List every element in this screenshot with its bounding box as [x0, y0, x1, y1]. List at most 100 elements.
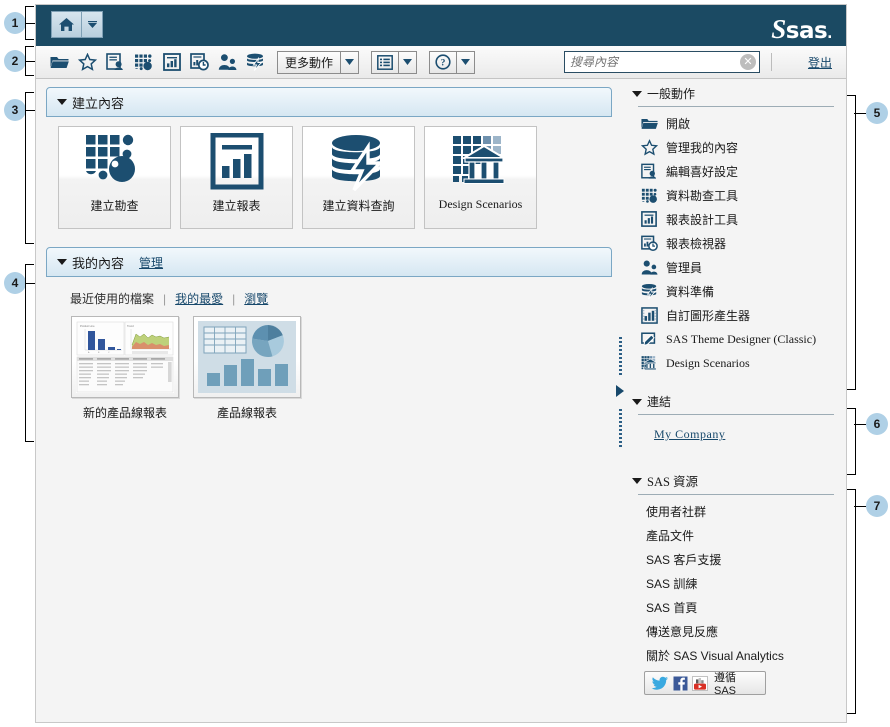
report-bar-line-table-thumb: Product Line A B	[71, 316, 179, 398]
resource-user-community[interactable]: 使用者社群	[632, 499, 834, 523]
action-manage-my-content[interactable]: 管理我的內容	[640, 135, 834, 159]
more-actions-dropdown[interactable]	[340, 51, 359, 74]
tile-label: 建立報表	[212, 197, 260, 214]
resource-customer-support[interactable]: SAS 客戶支援	[632, 547, 834, 571]
tile-label: Design Scenarios	[439, 197, 523, 212]
action-report-designer[interactable]: 報表設計工具	[640, 207, 834, 231]
manage-link[interactable]: 管理	[139, 254, 163, 271]
follow-sas-button[interactable]: 遵循 SAS	[644, 671, 766, 695]
create-data-query-icon	[328, 127, 390, 197]
data-preparation-icon[interactable]	[246, 53, 265, 72]
tab-browse[interactable]: 瀏覽	[244, 290, 268, 307]
section-rule	[638, 414, 834, 415]
view-layout-button[interactable]	[371, 51, 398, 74]
collapse-triangle-icon[interactable]	[57, 259, 67, 265]
twitter-icon[interactable]	[651, 676, 669, 691]
action-edit-preferences[interactable]: 編輯喜好設定	[640, 159, 834, 183]
content-item-new-product-line-report[interactable]: Product Line A B	[70, 316, 180, 421]
administrator-icon	[640, 258, 658, 276]
explorer-icon	[640, 186, 658, 204]
edit-preferences-icon[interactable]	[106, 53, 125, 72]
help-dropdown[interactable]	[456, 51, 475, 74]
action-design-scenarios[interactable]: Design Scenarios	[640, 351, 834, 375]
splitter-grip-lower[interactable]	[619, 409, 622, 449]
my-content-header[interactable]: 我的內容 管理	[46, 247, 612, 277]
logout-link[interactable]: 登出	[808, 54, 832, 71]
tile-create-report[interactable]: 建立報表	[180, 126, 293, 229]
links-section: 連結 My Company	[632, 393, 834, 449]
tile-label: 建立資料查詢	[322, 197, 394, 214]
search-box[interactable]: ✕	[564, 51, 760, 73]
action-label: Design Scenarios	[666, 356, 750, 371]
action-explorer[interactable]: 資料勘查工具	[640, 183, 834, 207]
report-viewer-icon[interactable]	[190, 53, 209, 72]
action-open[interactable]: 開啟	[640, 111, 834, 135]
home-menu-button[interactable]	[81, 11, 103, 38]
open-folder-icon[interactable]	[50, 53, 69, 72]
action-label: 報表檢視器	[666, 235, 726, 252]
graph-builder-icon	[640, 306, 658, 324]
collapse-triangle-icon[interactable]	[57, 99, 67, 105]
links-header[interactable]: 連結	[632, 393, 834, 410]
view-layout-group[interactable]	[371, 51, 417, 74]
resource-send-feedback[interactable]: 傳送意見反應	[632, 619, 834, 643]
favorites-star-icon[interactable]	[78, 53, 97, 72]
callout-bracket-5-spine	[855, 95, 856, 390]
general-actions-header[interactable]: 一般動作	[632, 85, 834, 102]
sas-resources-header[interactable]: SAS 資源	[632, 471, 834, 490]
create-exploration-icon	[84, 127, 146, 197]
callout-marker-2: 2	[4, 50, 26, 72]
sas-logo: Ssas.	[771, 14, 832, 45]
splitter-grip-upper[interactable]	[619, 337, 622, 377]
explorer-icon[interactable]	[134, 53, 153, 72]
content-item-product-line-report[interactable]: 產品線報表	[192, 316, 302, 421]
help-group[interactable]: ?	[429, 51, 475, 74]
collapse-triangle-icon[interactable]	[632, 91, 642, 97]
create-content-header[interactable]: 建立內容	[46, 87, 612, 117]
resource-label: SAS 首頁	[646, 599, 697, 616]
report-designer-icon	[640, 210, 658, 228]
home-button[interactable]	[51, 11, 81, 38]
collapse-right-panel-icon[interactable]	[616, 385, 624, 397]
action-report-viewer[interactable]: 報表檢視器	[640, 231, 834, 255]
collapse-triangle-icon[interactable]	[632, 399, 642, 405]
action-graph-builder[interactable]: 自訂圖形產生器	[640, 303, 834, 327]
theme-designer-icon	[640, 330, 658, 348]
tile-design-scenarios[interactable]: Design Scenarios	[424, 126, 537, 229]
open-folder-icon	[640, 114, 658, 132]
search-input[interactable]	[565, 53, 740, 71]
resource-about-visual-analytics[interactable]: 關於 SAS Visual Analytics	[632, 643, 834, 667]
resource-label: 使用者社群	[646, 503, 706, 520]
content-item-label: 產品線報表	[217, 404, 277, 421]
more-actions-button[interactable]: 更多動作	[277, 51, 340, 74]
more-actions-group[interactable]: 更多動作	[277, 51, 359, 74]
report-designer-icon[interactable]	[162, 53, 181, 72]
resource-home-page[interactable]: SAS 首頁	[632, 595, 834, 619]
my-content-body: 最近使用的檔案 | 我的最愛 | 瀏覽	[46, 277, 612, 421]
administrator-icon[interactable]	[218, 53, 237, 72]
resource-product-documentation[interactable]: 產品文件	[632, 523, 834, 547]
facebook-icon[interactable]	[673, 676, 688, 691]
tab-favorites[interactable]: 我的最愛	[175, 290, 223, 307]
youtube-icon[interactable]	[692, 676, 708, 691]
view-layout-dropdown[interactable]	[398, 51, 417, 74]
action-data-preparation[interactable]: 資料準備	[640, 279, 834, 303]
panel-splitter[interactable]	[612, 79, 630, 723]
link-my-company[interactable]: My Company	[654, 427, 725, 441]
help-button[interactable]: ?	[429, 51, 456, 74]
tab-recent-files[interactable]: 最近使用的檔案	[70, 290, 154, 307]
left-column: 建立內容	[36, 79, 612, 723]
links-list: My Company	[632, 419, 834, 449]
action-administrator[interactable]: 管理員	[640, 255, 834, 279]
tab-separator: |	[232, 292, 235, 306]
resource-training[interactable]: SAS 訓練	[632, 571, 834, 595]
clear-search-icon[interactable]: ✕	[740, 54, 756, 70]
action-label: 報表設計工具	[666, 211, 738, 228]
tile-create-exploration[interactable]: 建立勘查	[58, 126, 171, 229]
home-button-group[interactable]	[51, 11, 103, 38]
callout-bracket-2-spine	[25, 46, 26, 76]
main-toolbar: 更多動作 ?	[36, 46, 846, 79]
action-sas-theme-designer[interactable]: SAS Theme Designer (Classic)	[640, 327, 834, 351]
collapse-triangle-icon[interactable]	[632, 478, 642, 484]
tile-create-data-query[interactable]: 建立資料查詢	[302, 126, 415, 229]
